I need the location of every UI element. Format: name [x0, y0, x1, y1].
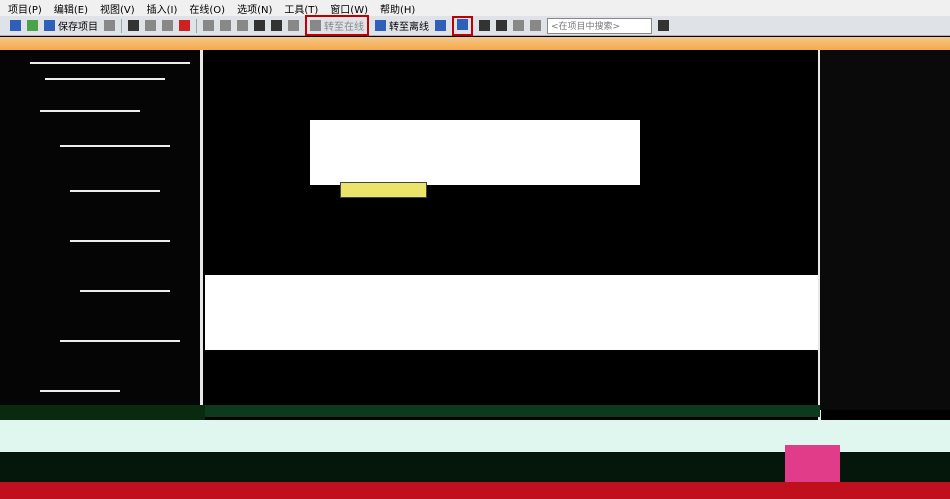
- menu-tools[interactable]: 工具(T): [284, 1, 318, 16]
- go-offline-label: 转至离线: [389, 22, 429, 33]
- tree-item[interactable]: [60, 340, 180, 342]
- stop-cpu-icon[interactable]: [479, 20, 490, 31]
- project-search-input[interactable]: <在项目中搜索>: [547, 17, 652, 34]
- go-offline-button[interactable]: 转至离线: [375, 18, 429, 33]
- tree-item[interactable]: [40, 390, 120, 392]
- details-view-header: [0, 405, 205, 420]
- toolbar: 保存项目 转至在线 转至离线 <在项目中搜索>: [0, 15, 950, 36]
- menu-project[interactable]: 项目(P): [8, 1, 42, 16]
- menu-window[interactable]: 窗口(W): [330, 1, 368, 16]
- panel-splitter[interactable]: [200, 50, 203, 420]
- start-cpu-icon: [457, 18, 468, 30]
- menu-insert[interactable]: 插入(I): [147, 1, 178, 16]
- editor-band: [205, 275, 820, 350]
- redo-icon[interactable]: [220, 20, 231, 31]
- title-strip: [0, 37, 950, 50]
- delete-icon[interactable]: [179, 20, 190, 31]
- save-project-button[interactable]: 保存项目: [44, 18, 98, 33]
- paste-icon[interactable]: [162, 20, 173, 31]
- open-project-icon[interactable]: [27, 20, 38, 31]
- toolbar-separator: [121, 18, 122, 33]
- start-cpu-button[interactable]: [452, 15, 473, 36]
- save-project-label: 保存项目: [58, 22, 98, 33]
- save-icon: [44, 20, 55, 31]
- tree-item[interactable]: [40, 110, 140, 112]
- download-icon[interactable]: [254, 20, 265, 31]
- menu-edit[interactable]: 编辑(E): [54, 1, 88, 16]
- menu-bar: 项目(P) 编辑(E) 视图(V) 插入(I) 在线(O) 选项(N) 工具(T…: [0, 0, 950, 16]
- compile-icon[interactable]: [237, 20, 248, 31]
- menu-view[interactable]: 视图(V): [100, 1, 135, 16]
- status-bar: [0, 482, 950, 499]
- project-tree-panel[interactable]: [0, 50, 200, 410]
- simulation-icon[interactable]: [288, 20, 299, 31]
- menu-options[interactable]: 选项(N): [237, 1, 272, 16]
- inspector-header: [205, 405, 820, 417]
- split-vertical-icon[interactable]: [530, 20, 541, 31]
- undo-icon[interactable]: [203, 20, 214, 31]
- tree-item[interactable]: [45, 78, 165, 80]
- copy-icon[interactable]: [145, 20, 156, 31]
- cross-reference-icon[interactable]: [496, 20, 507, 31]
- status-indicator: [785, 445, 840, 483]
- search-icon[interactable]: [658, 20, 669, 31]
- task-card-panel[interactable]: [820, 50, 950, 410]
- upload-icon[interactable]: [271, 20, 282, 31]
- editor-area[interactable]: [205, 50, 820, 405]
- go-online-icon: [310, 20, 321, 31]
- block-graphic[interactable]: [310, 120, 640, 185]
- tree-item[interactable]: [30, 62, 190, 64]
- go-online-label: 转至在线: [324, 22, 364, 33]
- menu-help[interactable]: 帮助(H): [380, 1, 415, 16]
- menu-online[interactable]: 在线(O): [189, 1, 225, 16]
- cut-icon[interactable]: [128, 20, 139, 31]
- tree-item[interactable]: [60, 145, 170, 147]
- split-horizontal-icon[interactable]: [513, 20, 524, 31]
- go-online-button[interactable]: 转至在线: [305, 15, 369, 36]
- go-offline-icon: [375, 20, 386, 31]
- tree-item[interactable]: [70, 240, 170, 242]
- new-project-icon[interactable]: [10, 20, 21, 31]
- block-tag: [340, 182, 427, 198]
- toolbar-separator: [196, 18, 197, 33]
- tree-item[interactable]: [70, 190, 160, 192]
- print-icon[interactable]: [104, 20, 115, 31]
- tree-item[interactable]: [80, 290, 170, 292]
- accessible-devices-icon[interactable]: [435, 20, 446, 31]
